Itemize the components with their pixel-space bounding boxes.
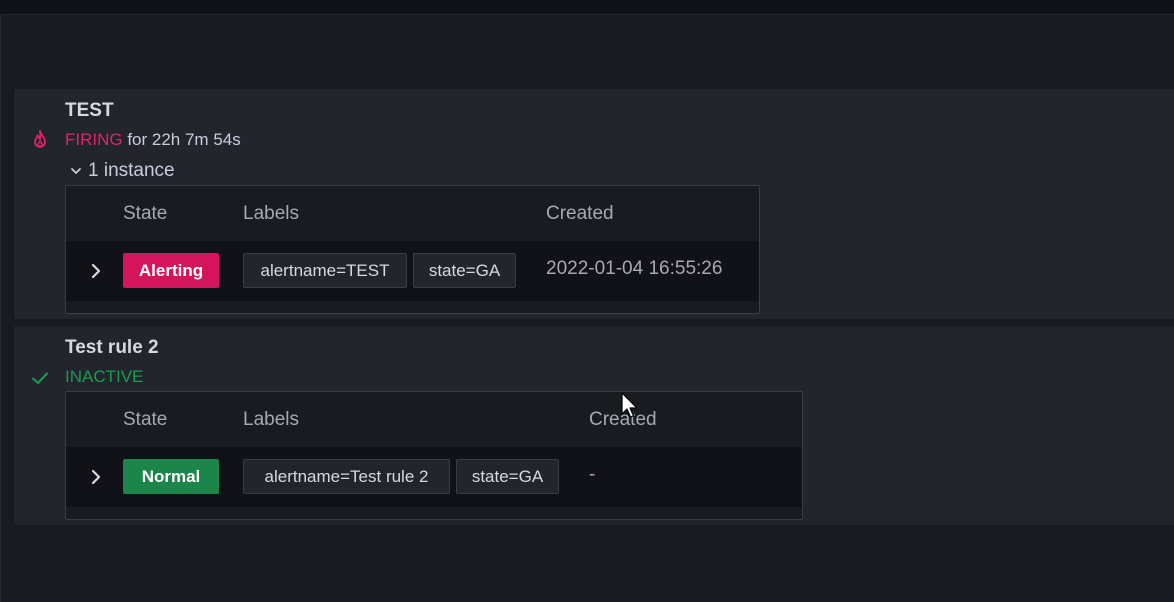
column-header-state: State — [123, 409, 168, 430]
chevron-down-icon — [71, 168, 81, 174]
state-badge-normal: Normal — [123, 459, 219, 494]
alert-rules-panel: TEST FIRING for 22h 7m 54s 1 instance St… — [0, 14, 1174, 602]
label-chip: state=GA — [456, 459, 559, 494]
table-row: Alerting alertname=TEST state=GA 2022-01… — [66, 241, 759, 301]
rule-title: TEST — [65, 100, 114, 121]
column-header-created: Created — [546, 203, 614, 224]
status-inactive: INACTIVE — [65, 367, 144, 386]
instances-count: 1 instance — [88, 160, 175, 181]
created-time: 2022-01-04 16:55:26 — [546, 258, 723, 279]
chevron-right-icon[interactable] — [86, 466, 106, 488]
status-firing: FIRING — [65, 130, 123, 149]
rule-card-test-rule-2: Test rule 2 INACTIVE State Labels Create… — [14, 326, 1174, 525]
state-badge-alerting: Alerting — [123, 253, 219, 288]
mouse-cursor-icon — [621, 392, 638, 418]
rule-card-test: TEST FIRING for 22h 7m 54s 1 instance St… — [14, 89, 1174, 319]
instances-table: State Labels Created Alerting alertname=… — [65, 185, 760, 314]
column-header-labels: Labels — [243, 203, 299, 224]
label-chip: alertname=TEST — [243, 253, 407, 288]
rule-status: FIRING for 22h 7m 54s — [65, 130, 241, 150]
instances-table: State Labels Created Normal alertname=Te… — [65, 391, 803, 520]
check-icon — [32, 372, 48, 384]
table-row: Normal alertname=Test rule 2 state=GA - — [66, 447, 802, 507]
rule-title: Test rule 2 — [65, 337, 159, 358]
table-header: State Labels Created — [66, 186, 759, 241]
column-header-labels: Labels — [243, 409, 299, 430]
label-chip: alertname=Test rule 2 — [243, 459, 450, 494]
fire-icon — [34, 130, 46, 148]
instances-toggle[interactable]: 1 instance — [69, 160, 175, 182]
created-time: - — [589, 464, 596, 485]
status-duration: for 22h 7m 54s — [122, 130, 241, 149]
chevron-right-icon[interactable] — [86, 260, 106, 282]
table-header: State Labels Created — [66, 392, 802, 447]
label-chip: state=GA — [413, 253, 516, 288]
column-header-state: State — [123, 203, 168, 224]
